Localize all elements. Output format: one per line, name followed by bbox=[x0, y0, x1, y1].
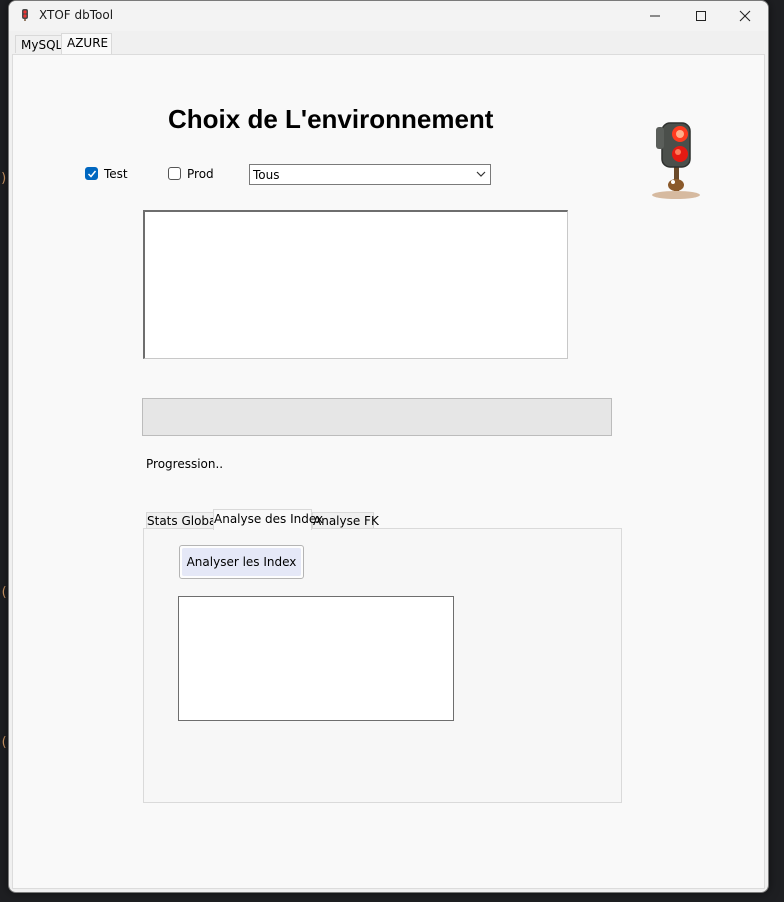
tab-azure[interactable]: AZURE bbox=[61, 33, 112, 54]
traffic-light-icon bbox=[652, 122, 700, 199]
progress-bar bbox=[142, 398, 612, 436]
progress-label: Progression.. bbox=[146, 457, 224, 471]
test-checkbox[interactable] bbox=[85, 167, 98, 180]
environment-listbox[interactable] bbox=[143, 210, 568, 359]
tab-analyse-index[interactable]: Analyse des Index bbox=[213, 509, 323, 530]
chevron-down-icon bbox=[476, 171, 486, 177]
main-tab-strip: MySQL AZURE bbox=[9, 32, 768, 54]
index-results-listbox[interactable] bbox=[178, 596, 454, 721]
prod-checkbox-label[interactable]: Prod bbox=[187, 167, 214, 181]
minimize-icon bbox=[650, 15, 660, 17]
tab-stats-global[interactable]: Stats Global bbox=[146, 512, 220, 529]
background-editor-fragment: ( bbox=[0, 735, 8, 750]
analyse-index-button[interactable]: Analyser les Index bbox=[179, 545, 304, 579]
test-checkbox-label[interactable]: Test bbox=[104, 167, 128, 181]
close-button[interactable] bbox=[722, 1, 768, 31]
prod-checkbox[interactable] bbox=[168, 167, 181, 180]
app-icon bbox=[22, 9, 28, 21]
checkmark-icon bbox=[87, 170, 97, 178]
close-icon bbox=[739, 10, 751, 22]
minimize-button[interactable] bbox=[632, 1, 678, 31]
title-bar[interactable]: XTOF dbTool bbox=[9, 1, 768, 31]
window-title: XTOF dbTool bbox=[39, 8, 114, 22]
azure-tab-page: Choix de L'environnement Test Prod Tous bbox=[12, 54, 765, 889]
environment-combobox[interactable]: Tous bbox=[249, 164, 491, 185]
background-editor-fragment: ) bbox=[0, 171, 8, 186]
background-editor-fragment: ( bbox=[0, 585, 8, 600]
analyse-index-button-label: Analyser les Index bbox=[182, 548, 301, 576]
tab-mysql[interactable]: MySQL bbox=[15, 35, 62, 53]
maximize-button[interactable] bbox=[678, 1, 724, 31]
combobox-value: Tous bbox=[253, 168, 280, 182]
maximize-icon bbox=[696, 11, 706, 21]
page-title: Choix de L'environnement bbox=[168, 104, 494, 134]
app-window: XTOF dbTool MySQL AZURE Choix de L'envir… bbox=[8, 0, 769, 893]
